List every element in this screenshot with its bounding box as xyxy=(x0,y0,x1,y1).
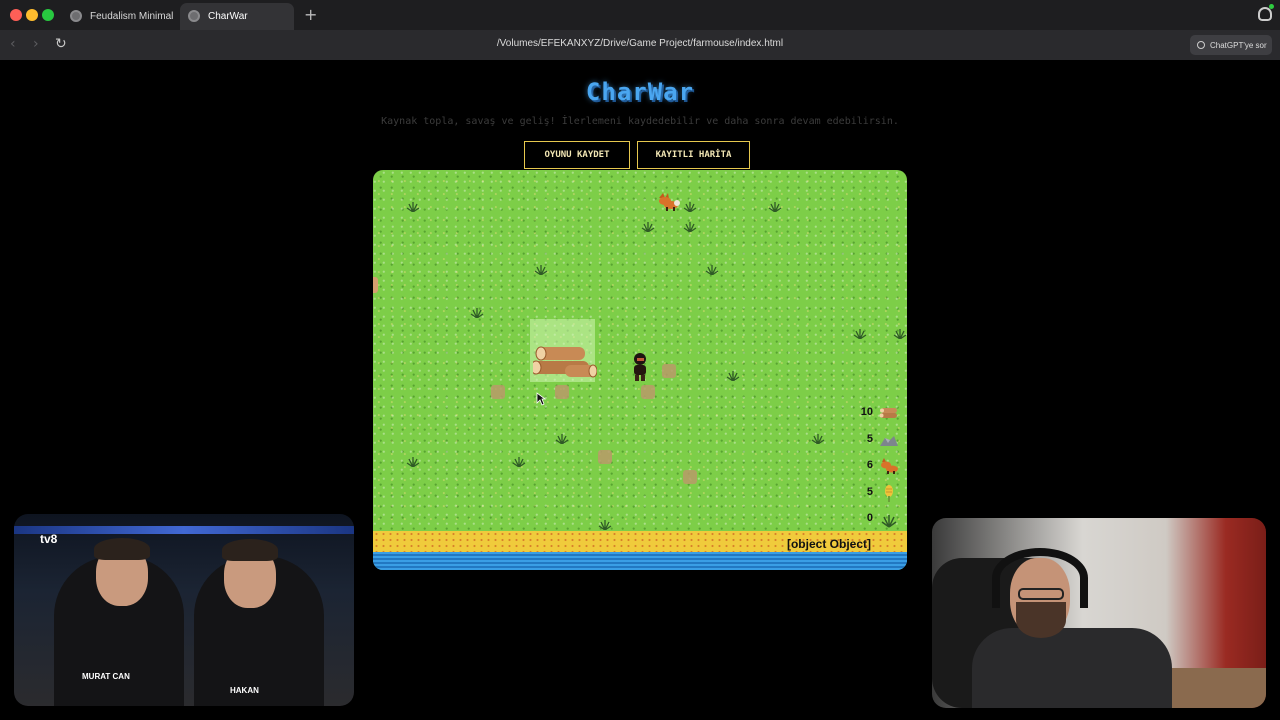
dirt-patch xyxy=(491,385,505,399)
mouse-cursor-icon xyxy=(536,392,546,406)
grass-tuft-icon xyxy=(726,371,740,381)
edge-object xyxy=(373,277,378,293)
webcam-left: tv8 MURAT CAN HAKAN xyxy=(14,514,354,706)
address-bar[interactable]: /Volumes/EFEKANXYZ/Drive/Game Project/fa… xyxy=(0,38,1280,49)
grass-tuft-icon xyxy=(683,222,697,232)
chatgpt-label: ChatGPT'ye sor xyxy=(1210,40,1267,50)
webcam-right xyxy=(932,518,1266,708)
inventory-row-fur: 6 xyxy=(841,457,901,484)
person-body xyxy=(972,628,1172,708)
status-text: [object Object] xyxy=(786,537,871,551)
dirt-patch xyxy=(555,385,569,399)
grass-tuft-icon xyxy=(406,202,420,212)
stone-icon xyxy=(880,435,898,446)
grass-tuft-icon xyxy=(641,222,655,232)
tab-charwar[interactable]: CharWar xyxy=(180,3,294,30)
game-subtitle: Kaynak topla, savaş ve geliş! İlerlemeni… xyxy=(381,116,899,127)
dirt-patch xyxy=(662,364,676,378)
grass-tuft-icon xyxy=(406,457,420,467)
dirt-patch xyxy=(683,470,697,484)
name-tag-hakan: HAKAN xyxy=(230,686,259,695)
game-title: CharWar xyxy=(585,78,695,106)
fox-icon[interactable] xyxy=(656,192,680,212)
globe-icon xyxy=(188,10,200,22)
maximize-window-button[interactable] xyxy=(42,9,54,21)
wheat-icon xyxy=(885,484,893,502)
grass-tuft-icon xyxy=(555,434,569,444)
headphones-icon[interactable] xyxy=(1258,7,1272,21)
load-map-button[interactable]: KAYITLI HARİTA xyxy=(637,141,750,169)
grass-tuft-icon xyxy=(853,329,867,339)
name-tag-murat-can: MURAT CAN xyxy=(82,672,130,681)
chatgpt-button[interactable]: ChatGPT'ye sor xyxy=(1190,35,1272,55)
wood-log-icon[interactable] xyxy=(533,345,597,381)
chatgpt-icon xyxy=(1197,41,1205,49)
browser-toolbar: ‹ › ↻ /Volumes/EFEKANXYZ/Drive/Game Proj… xyxy=(0,30,1280,60)
game-canvas[interactable]: 10 5 6 5 0 [object Object] xyxy=(373,170,907,570)
browser-titlebar: Feudalism Minimal CharWar + xyxy=(0,0,1280,30)
channel-logo: tv8 xyxy=(40,532,58,546)
headset xyxy=(992,548,1088,608)
grass-tuft-icon xyxy=(512,457,526,467)
grass-tuft-icon xyxy=(768,202,782,212)
player-character[interactable] xyxy=(631,352,649,382)
dirt-patch xyxy=(641,385,655,399)
grass-tuft-icon xyxy=(470,308,484,318)
globe-icon xyxy=(70,10,82,22)
tab-label: CharWar xyxy=(208,11,248,22)
fox-fur-icon xyxy=(881,458,898,474)
inventory-row-wheat: 5 xyxy=(841,484,901,511)
grass-tuft-icon xyxy=(893,329,907,339)
status-dot-icon xyxy=(1269,4,1274,9)
grass-tuft-icon xyxy=(683,202,697,212)
new-tab-button[interactable]: + xyxy=(304,5,317,24)
wood-count: 10 xyxy=(860,406,873,418)
person-hair xyxy=(222,539,278,561)
minimize-window-button[interactable] xyxy=(26,9,38,21)
studio-light xyxy=(14,526,354,534)
stone-count: 5 xyxy=(866,432,873,445)
water-strip xyxy=(373,552,907,570)
fur-count: 6 xyxy=(866,459,873,471)
save-game-button[interactable]: OYUNU KAYDET xyxy=(524,141,630,169)
wood-log-icon xyxy=(879,408,897,418)
grass-count: 0 xyxy=(866,512,873,524)
person-hair xyxy=(94,538,150,560)
grass-tuft-icon xyxy=(534,265,548,275)
wheat-count: 5 xyxy=(866,485,873,498)
grass-tuft-icon xyxy=(705,265,719,275)
inventory-row-wood: 10 xyxy=(841,404,901,431)
inventory-row-stone: 5 xyxy=(841,431,901,458)
grass-tuft-icon xyxy=(881,515,897,528)
tab-label: Feudalism Minimal xyxy=(90,11,174,22)
grass-tuft-icon xyxy=(598,520,612,530)
close-window-button[interactable] xyxy=(10,9,22,21)
grass-tuft-icon xyxy=(811,434,825,444)
tab-feudalism-minimal[interactable]: Feudalism Minimal xyxy=(62,3,176,30)
inventory-panel: 10 5 6 5 0 xyxy=(841,404,901,537)
dirt-patch xyxy=(598,450,612,464)
